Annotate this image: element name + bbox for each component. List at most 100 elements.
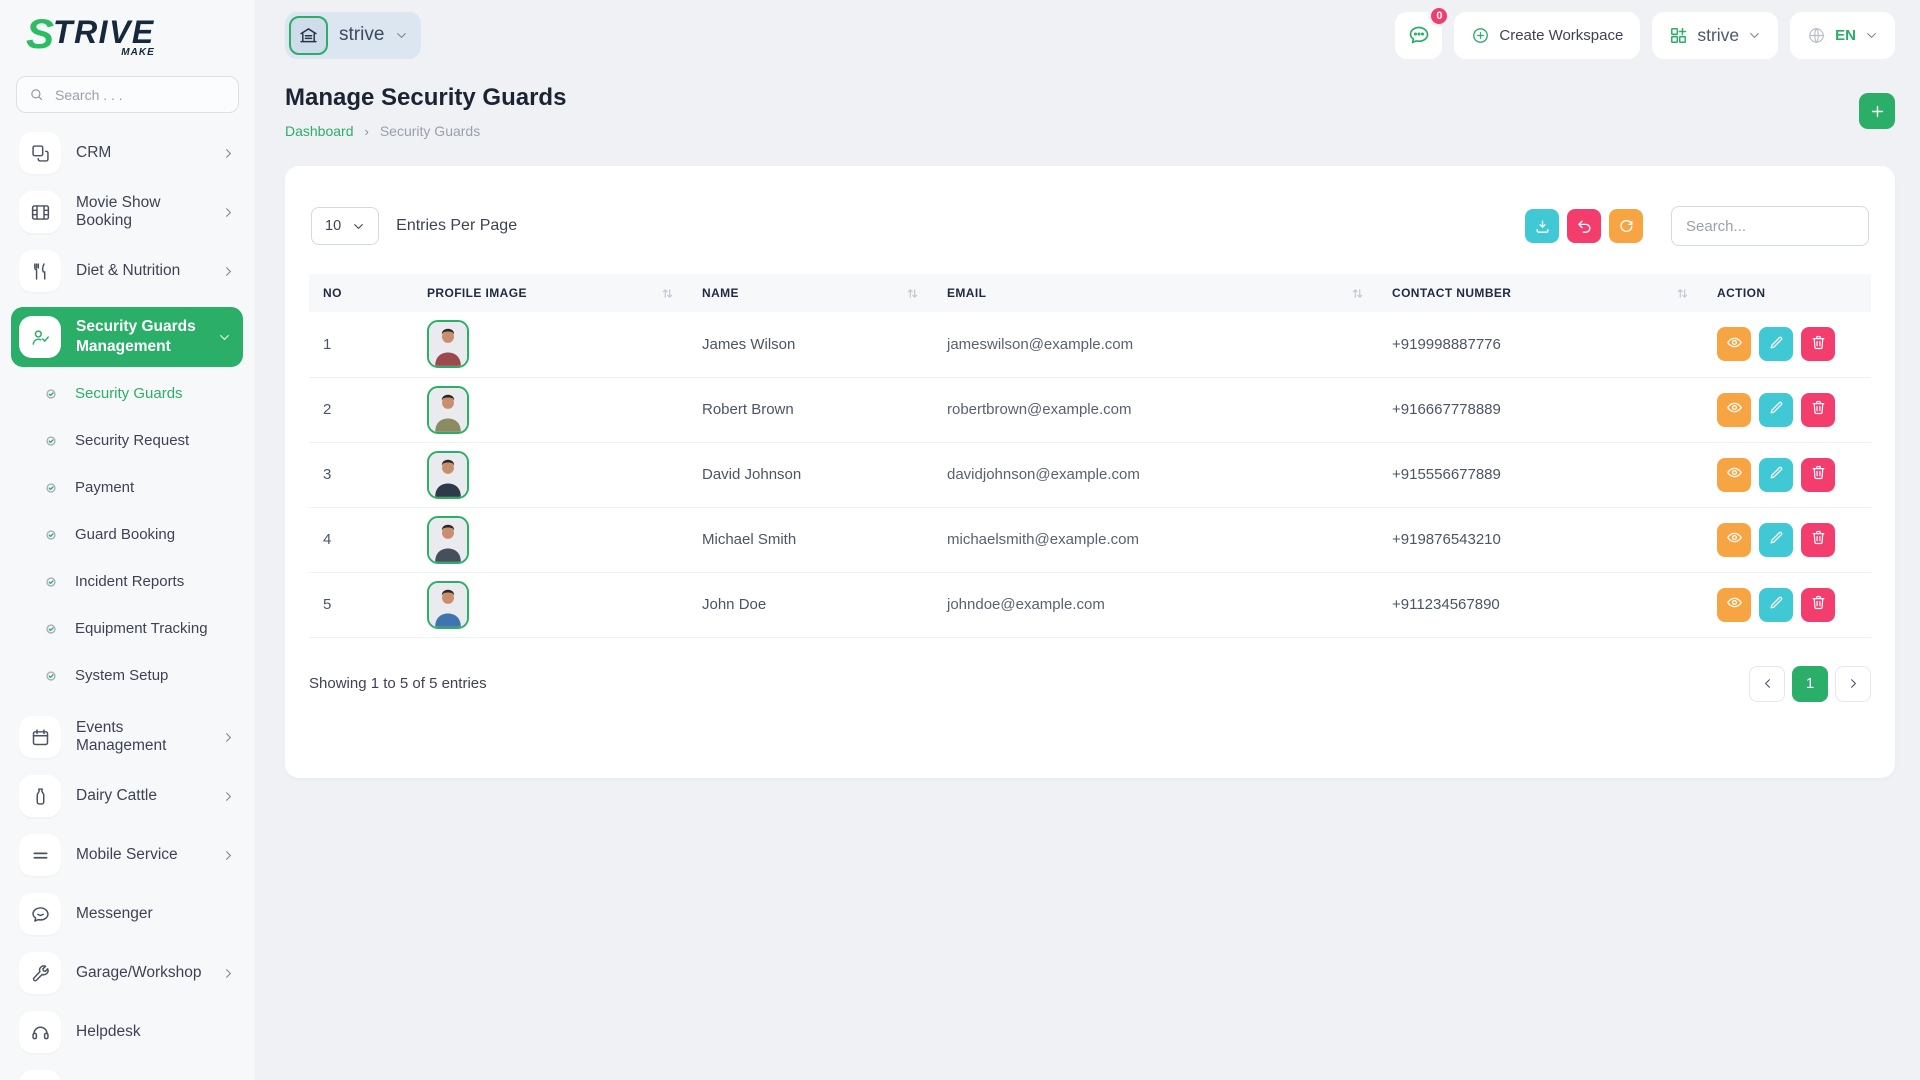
pagination-page-1-button[interactable]: 1 [1792, 666, 1828, 702]
view-button[interactable] [1717, 523, 1751, 557]
sidebar-item-label: Movie Show Booking [76, 194, 207, 230]
film-icon [19, 191, 61, 233]
sidebar-item-diet-nutrition[interactable]: Diet & Nutrition [17, 248, 243, 294]
sidebar-item-mobile-service[interactable]: Mobile Service [17, 832, 243, 878]
chat-button[interactable]: 0 [1395, 12, 1442, 59]
delete-button[interactable] [1801, 327, 1835, 361]
sidebar-item-movie-show-booking[interactable]: Movie Show Booking [17, 189, 243, 235]
table-row: 3David Johnsondavidjohnson@example.com+9… [309, 442, 1871, 507]
sidebar-subitem-equipment-tracking[interactable]: Equipment Tracking [17, 620, 243, 637]
edit-button[interactable] [1759, 327, 1793, 361]
cell-action [1703, 442, 1871, 507]
chevron-right-icon [222, 790, 235, 803]
entries-per-page-select[interactable]: 10 [311, 207, 379, 245]
search-icon [29, 87, 44, 102]
view-button[interactable] [1717, 458, 1751, 492]
page-head: Manage Security Guards Dashboard › Secur… [285, 84, 1895, 139]
refresh-button[interactable] [1609, 209, 1643, 243]
eye-icon [1726, 594, 1743, 615]
edit-button[interactable] [1759, 588, 1793, 622]
column-header-profile-image[interactable]: PROFILE IMAGE [413, 274, 688, 312]
trash-icon [1810, 594, 1827, 615]
sidebar: S TRIVE MAKE CRM Movie Show Booking Diet &… [0, 0, 255, 1080]
cell-no: 4 [309, 507, 413, 572]
utensils-icon [19, 250, 61, 292]
view-button[interactable] [1717, 588, 1751, 622]
language-selector[interactable]: EN [1790, 12, 1895, 59]
edit-button[interactable] [1759, 523, 1793, 557]
sidebar-item-helpdesk[interactable]: Helpdesk [17, 1009, 243, 1055]
sidebar-subitem-guard-booking[interactable]: Guard Booking [17, 526, 243, 543]
cell-profile-image [413, 312, 688, 377]
sidebar-subitem-label: Equipment Tracking [75, 620, 208, 637]
delete-button[interactable] [1801, 523, 1835, 557]
add-guard-button[interactable] [1859, 93, 1895, 129]
pagination: 1 [1749, 666, 1871, 702]
edit-button[interactable] [1759, 393, 1793, 427]
breadcrumb-separator-icon: › [365, 124, 369, 139]
column-header-email[interactable]: EMAIL [933, 274, 1378, 312]
sidebar-item-messenger[interactable]: Messenger [17, 891, 243, 937]
sidebar-subitem-label: Security Request [75, 432, 189, 449]
brand-logo[interactable]: S TRIVE MAKE [0, 0, 255, 66]
sidebar-item-crm[interactable]: CRM [17, 130, 243, 176]
sidebar-item-settings[interactable]: Settings [17, 1068, 243, 1080]
sidebar-item-dairy-cattle[interactable]: Dairy Cattle [17, 773, 243, 819]
view-button[interactable] [1717, 327, 1751, 361]
workspace-selector[interactable]: strive [1652, 12, 1778, 59]
circle-check-icon [45, 670, 57, 682]
sidebar-item-events-management[interactable]: Events Management [17, 714, 243, 760]
delete-button[interactable] [1801, 588, 1835, 622]
delete-button[interactable] [1801, 458, 1835, 492]
column-header-label: EMAIL [947, 286, 986, 300]
sidebar-subitem-label: Incident Reports [75, 573, 184, 590]
edit-button[interactable] [1759, 458, 1793, 492]
cell-contact: +919998887776 [1378, 312, 1703, 377]
cell-contact: +919876543210 [1378, 507, 1703, 572]
sidebar-subitem-payment[interactable]: Payment [17, 479, 243, 496]
cell-action [1703, 507, 1871, 572]
sidebar-search-input[interactable] [53, 86, 226, 104]
chevron-down-icon [1865, 29, 1878, 42]
cell-contact: +915556677889 [1378, 442, 1703, 507]
topbar: strive 0 Create Workspace strive [285, 0, 1895, 70]
brand-logo-text: TRIVE [53, 16, 155, 48]
sidebar-subitem-label: Guard Booking [75, 526, 175, 543]
breadcrumb-dashboard-link[interactable]: Dashboard [285, 123, 354, 139]
download-icon [1534, 218, 1551, 235]
sidebar-subitem-incident-reports[interactable]: Incident Reports [17, 573, 243, 590]
sidebar-item-garage-workshop[interactable]: Garage/Workshop [17, 950, 243, 996]
sidebar-item-label: Dairy Cattle [76, 787, 157, 805]
chevron-down-icon [395, 29, 408, 42]
cell-action [1703, 312, 1871, 377]
column-header-name[interactable]: NAME [688, 274, 933, 312]
cell-name: James Wilson [688, 312, 933, 377]
pagination-next-button[interactable] [1835, 666, 1871, 702]
pencil-icon [1768, 594, 1785, 615]
pagination-prev-button[interactable] [1749, 666, 1785, 702]
undo-icon [1576, 218, 1593, 235]
cell-email: michaelsmith@example.com [933, 507, 1378, 572]
brand-logo-s: S [26, 16, 53, 52]
sidebar-subitem-system-setup[interactable]: System Setup [17, 667, 243, 684]
view-button[interactable] [1717, 393, 1751, 427]
sort-icon [1351, 287, 1364, 300]
cell-name: Robert Brown [688, 377, 933, 442]
profile-image [427, 516, 469, 564]
sidebar-item-security-guards-management[interactable]: Security Guards Management [11, 307, 243, 367]
calendar-icon [19, 716, 61, 758]
showing-entries-text: Showing 1 to 5 of 5 entries [309, 675, 487, 692]
create-workspace-button[interactable]: Create Workspace [1454, 12, 1640, 59]
sidebar-item-label: Helpdesk [76, 1023, 141, 1041]
sidebar-subitem-security-request[interactable]: Security Request [17, 432, 243, 449]
column-header-contact-number[interactable]: CONTACT NUMBER [1378, 274, 1703, 312]
circle-check-icon [45, 623, 57, 635]
table-search-input[interactable] [1671, 206, 1869, 246]
workspace-pill[interactable]: strive [285, 12, 421, 59]
delete-button[interactable] [1801, 393, 1835, 427]
reset-button[interactable] [1567, 209, 1601, 243]
trash-icon [1810, 399, 1827, 420]
export-button[interactable] [1525, 209, 1559, 243]
sidebar-subitem-security-guards[interactable]: Security Guards [17, 385, 243, 402]
sidebar-item-label: CRM [76, 144, 111, 162]
